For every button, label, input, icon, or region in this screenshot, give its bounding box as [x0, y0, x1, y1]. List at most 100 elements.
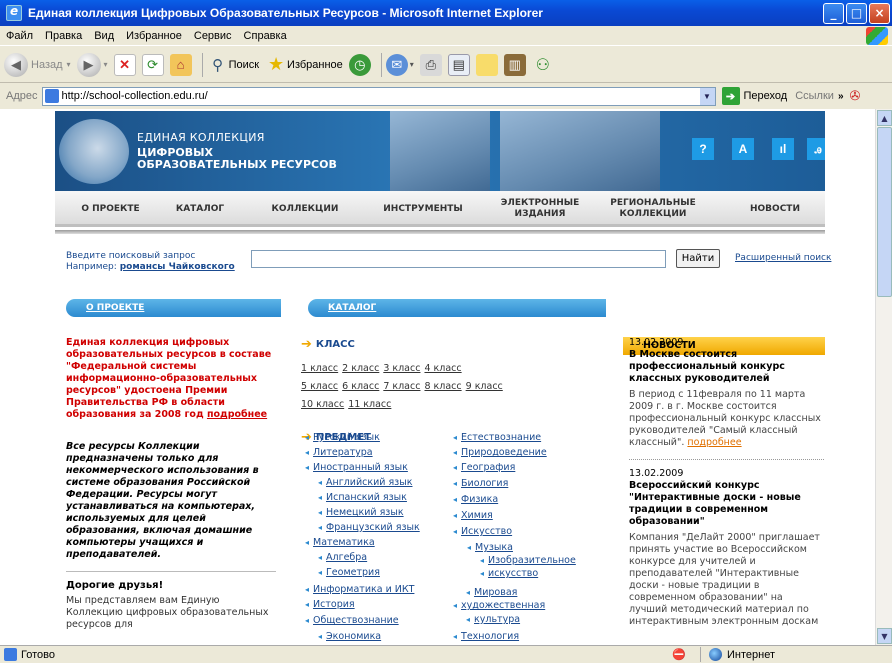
subject-link-text: Мировая — [474, 587, 518, 598]
class-link[interactable]: 5 класс — [301, 381, 338, 392]
subject-link[interactable]: Русский язык — [305, 432, 380, 443]
advanced-search-link[interactable]: Расширенный поиск — [735, 253, 831, 263]
subject-link[interactable]: Биология — [453, 478, 508, 489]
subject-link[interactable]: Технология — [453, 631, 519, 642]
back-button[interactable]: ◀ Назад ▾ — [4, 52, 71, 77]
vertical-scrollbar[interactable]: ▲ ▼ — [875, 109, 892, 645]
usage-notice: Все ресурсы Коллекции предназначены толь… — [66, 441, 259, 560]
award-more-link[interactable]: подробнее — [207, 409, 267, 420]
history-button[interactable]: ◷ — [348, 53, 371, 76]
links-label[interactable]: Ссылки — [795, 90, 834, 102]
nav-collections[interactable]: КОЛЛЕКЦИИ — [265, 191, 345, 227]
subject-link[interactable]: Геометрия — [318, 567, 380, 578]
stop-button[interactable]: ✕ — [113, 53, 136, 76]
help-button[interactable]: ? — [692, 138, 714, 160]
subject-link[interactable]: Алгебра — [318, 552, 367, 563]
nav-about[interactable]: О ПРОЕКТЕ — [73, 191, 148, 227]
scroll-down-icon[interactable]: ▼ — [877, 628, 892, 644]
search-example-link[interactable]: романсы Чайковского — [120, 262, 235, 272]
subject-link[interactable]: Математика — [305, 537, 375, 548]
close-button[interactable]: × — [869, 2, 890, 24]
class-link[interactable]: 4 класс — [424, 363, 461, 374]
nav-regional-collections[interactable]: РЕГИОНАЛЬНЫЕ КОЛЛЕКЦИИ — [603, 191, 703, 227]
chevron-right-icon[interactable]: » — [838, 91, 844, 102]
subject-link[interactable]: Природоведение — [453, 447, 547, 458]
nav-tools[interactable]: ИНСТРУМЕНТЫ — [373, 191, 473, 227]
stats-button[interactable]: ıl — [772, 138, 794, 160]
font-size-button[interactable]: A — [732, 138, 754, 160]
history-icon: ◷ — [348, 53, 371, 76]
search-button[interactable]: ⚲ Поиск — [207, 54, 259, 76]
browser-window: Единая коллекция Цифровых Образовательны… — [0, 0, 892, 663]
subject-link[interactable]: Французский язык — [318, 522, 420, 533]
home-button[interactable]: ⌂ — [169, 53, 192, 76]
menu-file[interactable]: Файл — [0, 30, 39, 42]
class-link[interactable]: 3 класс — [383, 363, 420, 374]
class-link[interactable]: 1 класс — [301, 363, 338, 374]
research-button[interactable]: ▥ — [503, 53, 526, 76]
messenger-button[interactable]: ⚇ — [532, 54, 554, 76]
menu-help[interactable]: Справка — [238, 30, 293, 42]
subject-link-cont[interactable]: культура — [466, 614, 520, 625]
menu-view[interactable]: Вид — [88, 30, 120, 42]
subject-link[interactable]: География — [453, 462, 515, 473]
star-icon: ★ — [267, 54, 285, 74]
go-button[interactable]: ➔ Переход — [721, 87, 787, 105]
header-photo — [390, 111, 490, 191]
forward-button[interactable]: ▶ ▾ — [76, 52, 108, 77]
subject-link[interactable]: Искусство — [453, 526, 512, 537]
nav-e-publications[interactable]: ЭЛЕКТРОННЫЕ ИЗДАНИЯ — [495, 191, 585, 227]
discuss-button[interactable] — [475, 53, 498, 76]
subject-link[interactable]: Информатика и ИКТ — [305, 584, 414, 595]
nav-catalog[interactable]: КАТАЛОГ — [170, 191, 230, 227]
class-link[interactable]: 2 класс — [342, 363, 379, 374]
nav-news[interactable]: НОВОСТИ — [735, 191, 815, 227]
subject-link[interactable]: Литература — [305, 447, 373, 458]
scroll-up-icon[interactable]: ▲ — [877, 110, 892, 126]
subject-link[interactable]: Физика — [453, 494, 498, 505]
favorites-button[interactable]: ★ Избранное — [265, 54, 343, 76]
search-submit-button[interactable]: Найти — [676, 249, 720, 268]
search-input[interactable] — [251, 250, 666, 268]
class-link[interactable]: 10 класс — [301, 399, 344, 410]
menu-tools[interactable]: Сервис — [188, 30, 238, 42]
subject-link-cont[interactable]: Изобразительное — [480, 555, 576, 566]
subject-link[interactable]: Иностранный язык — [305, 462, 408, 473]
subject-link[interactable]: Немецкий язык — [318, 507, 404, 518]
subject-link-cont[interactable]: Мировая — [466, 587, 517, 598]
extension-icon[interactable]: ✇ — [850, 88, 861, 104]
edit-button[interactable]: ▤ — [447, 53, 470, 76]
subject-link-cont[interactable]: искусство — [480, 568, 538, 579]
scroll-thumb[interactable] — [877, 127, 892, 297]
address-input[interactable]: http://school-collection.edu.ru/ ▼ — [41, 86, 716, 106]
site-logo-icon[interactable] — [59, 119, 129, 184]
maximize-button[interactable]: □ — [846, 2, 867, 24]
class-link[interactable]: 7 класс — [383, 381, 420, 392]
toolbar-separator — [380, 52, 382, 77]
sitemap-button[interactable]: ꭿ — [807, 138, 825, 160]
class-link[interactable]: 9 класс — [466, 381, 503, 392]
catalog-column: ➔ КЛАСС 1 класс 2 класс 3 класс 4 класс 5 к… — [301, 337, 601, 445]
mail-button[interactable]: ✉ ▾ — [385, 53, 414, 76]
subject-link[interactable]: Испанский язык — [318, 492, 407, 503]
refresh-button[interactable]: ⟳ — [141, 53, 164, 76]
catalog-section-header[interactable]: КАТАЛОГ — [308, 299, 606, 317]
print-button[interactable]: ⎙ — [419, 53, 442, 76]
subject-link[interactable]: Музыка — [467, 542, 513, 553]
about-section-header[interactable]: О ПРОЕКТЕ — [66, 299, 281, 317]
subject-link[interactable]: История — [305, 599, 355, 610]
class-link[interactable]: 11 класс — [348, 399, 391, 410]
subject-link[interactable]: Обществознание — [305, 615, 399, 626]
menu-favorites[interactable]: Избранное — [120, 30, 188, 42]
subject-link[interactable]: художественная — [453, 600, 545, 611]
class-link[interactable]: 8 класс — [424, 381, 461, 392]
news-more-link[interactable]: подробнее — [687, 437, 741, 448]
menu-edit[interactable]: Правка — [39, 30, 88, 42]
minimize-button[interactable]: _ — [823, 2, 844, 24]
subject-link[interactable]: Экономика — [318, 631, 381, 642]
subject-link[interactable]: Химия — [453, 510, 493, 521]
class-link[interactable]: 6 класс — [342, 381, 379, 392]
address-dropdown-icon[interactable]: ▼ — [699, 87, 715, 105]
subject-link[interactable]: Английский язык — [318, 477, 412, 488]
subject-link[interactable]: Естествознание — [453, 432, 541, 443]
